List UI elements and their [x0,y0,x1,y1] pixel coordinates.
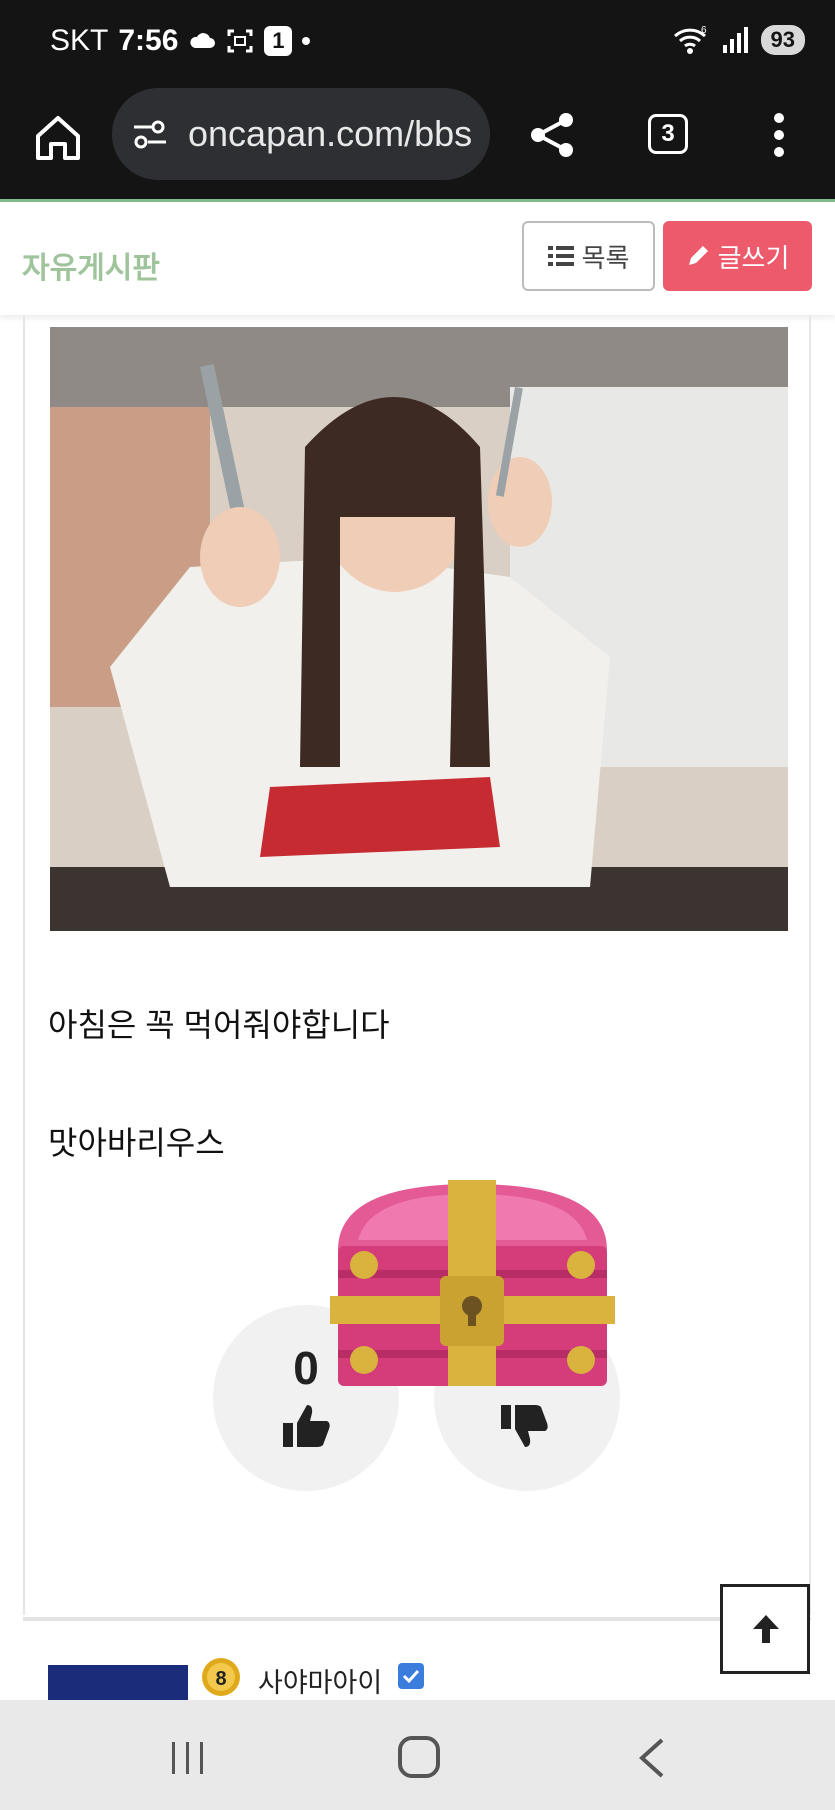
status-bar: SKT 7:56 1 6 93 [0,0,835,88]
post-text-line-2: 맛아바리우스 [48,1125,225,1161]
battery-indicator: 93 [760,25,805,55]
list-button-label: 목록 [581,242,630,273]
post-photo [50,327,788,931]
thumbs-down-icon [501,1405,548,1447]
more-notifications-dot [302,37,311,45]
thumbs-up-icon [283,1405,330,1447]
notification-badge: 1 [264,26,293,56]
write-button-label: 글쓰기 [717,242,790,273]
list-icon [547,246,574,266]
treasure-chest-icon[interactable] [330,1180,615,1392]
cloud-icon [190,33,216,48]
wifi-badge: 6 [701,25,707,36]
write-button[interactable]: 글쓰기 [663,221,812,291]
comment-author[interactable]: 사야마아이 [258,1661,382,1700]
site-settings-icon[interactable] [130,114,170,154]
clock: 7:56 [118,24,179,57]
address-bar[interactable]: oncapan.com/bbs [112,88,490,180]
url-text[interactable]: oncapan.com/bbs [188,113,472,155]
home-nav-icon[interactable] [398,1736,440,1778]
board-header: 자유게시판 목록 글쓰기 [0,205,835,315]
scroll-to-top-button[interactable] [720,1584,810,1674]
board-title[interactable]: 자유게시판 [22,243,160,287]
home-icon[interactable] [30,110,86,166]
back-icon[interactable] [636,1736,668,1780]
overflow-menu-icon[interactable] [764,110,794,160]
comments-divider [23,1617,811,1621]
avatar[interactable] [48,1665,188,1700]
tab-switcher-button[interactable]: 3 [648,114,688,154]
post-text-line-1: 아침은 꼭 먹어줘야합니다 [48,1007,390,1043]
recent-apps-icon[interactable] [168,1738,208,1778]
level-badge-icon: 8 [202,1658,240,1696]
share-icon[interactable] [528,110,578,160]
list-button[interactable]: 목록 [522,221,655,291]
system-nav-bar [0,1700,835,1810]
pencil-icon [688,246,708,265]
signal-icon [722,27,748,53]
post-content [23,315,811,1615]
level-number: 8 [215,1668,226,1690]
photo-illustration [50,327,788,931]
wifi-icon: 6 [673,25,707,54]
screenshot-icon [227,29,253,53]
browser-toolbar: oncapan.com/bbs 3 [0,88,835,202]
comment-item: 8 사야마아이 [48,1655,808,1700]
arrow-up-icon [753,1615,779,1643]
carrier-label: SKT [50,24,109,57]
verified-check-icon [398,1663,424,1689]
